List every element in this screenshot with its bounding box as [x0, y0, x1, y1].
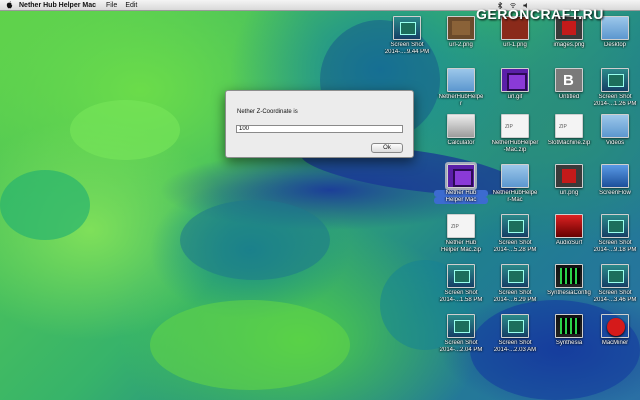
desktop-icon[interactable]: NetherHubHelper-Mac.zip — [488, 114, 542, 154]
coordinate-input[interactable] — [236, 125, 403, 133]
folder-icon — [601, 114, 629, 138]
desktop-icon-label: url-2.png — [449, 42, 473, 48]
desktop-icon-label: url-1.png — [503, 42, 527, 48]
screenshot-icon — [447, 264, 475, 288]
folder-icon — [501, 164, 529, 188]
desktop-icon-sublabel: r — [460, 101, 462, 107]
bitcoin-icon — [555, 68, 583, 92]
desktop-icon[interactable]: NetherHubHelpe r — [434, 68, 488, 108]
desktop-icon-label: Screen Shot — [498, 290, 532, 296]
desktop-icon-label: url.gif — [507, 94, 523, 100]
folder-icon — [601, 16, 629, 40]
apple-icon — [601, 314, 629, 338]
desktop-icon[interactable]: Nether HubHelper Mac.zip — [434, 214, 488, 254]
synthesia-icon — [555, 264, 583, 288]
desktop-icon[interactable]: Screen Shot 2014-...1.58 PM — [434, 264, 488, 304]
ok-button[interactable]: Ok — [371, 143, 403, 153]
block-icon — [447, 16, 475, 40]
screenshot-icon — [601, 264, 629, 288]
desktop-icon[interactable]: Screen Shot 2014-...2.03 AM — [488, 314, 542, 354]
desktop-icon[interactable]: Screen Shot 2014-...6.29 PM — [488, 264, 542, 304]
desktop-icon-sublabel: 2014-...1.26 PM — [593, 101, 637, 107]
desktop-icon-sublabel: 2014-...1.58 PM — [439, 297, 483, 303]
screenshot-icon — [601, 68, 629, 92]
apple-menu-icon[interactable] — [6, 1, 13, 9]
redstone-icon — [555, 164, 583, 188]
desktop-icon-label: Screen Shot — [444, 340, 478, 346]
watermark-text: GERONCRAFT.RU — [476, 6, 604, 22]
desktop-icon-label: Desktop — [603, 42, 626, 48]
input-dialog: Nether Z-Coordinate is Ok — [225, 90, 414, 158]
calculator-icon — [447, 114, 475, 138]
desktop-icon-label: Screen Shot — [598, 240, 632, 246]
dialog-prompt: Nether Z-Coordinate is — [237, 109, 298, 115]
desktop-icon-sublabel: 2014-...9.18 PM — [593, 247, 637, 253]
desktop-icon-label: Screen Shot — [390, 42, 424, 48]
desktop-icon[interactable]: MacMiner — [588, 314, 640, 347]
desktop-icon-label: Nether Hub — [434, 190, 488, 197]
desktop-icon[interactable]: Screen Shot 2014-...3.46 PM — [588, 264, 640, 304]
desktop-icon-label: Screen Shot — [598, 290, 632, 296]
portal-icon — [501, 68, 529, 92]
screenshot-icon — [601, 214, 629, 238]
desktop-icon-label: Calculator — [447, 140, 475, 146]
desktop-icon[interactable]: ScreenFlow — [588, 164, 640, 197]
wallpaper-blob — [0, 170, 90, 240]
screenshot-icon — [501, 314, 529, 338]
wallpaper-blob — [180, 200, 330, 280]
desktop-icon-sublabel: 2014-...2.04 PM — [439, 347, 483, 353]
desktop-icon-sublabel: -Mac.zip — [503, 147, 527, 153]
screenshot-icon — [393, 16, 421, 40]
desktop-icon[interactable]: Calculator — [434, 114, 488, 147]
desktop-icon[interactable]: Screen Shot 2014-...2.04 PM — [434, 314, 488, 354]
screenshot-icon — [501, 214, 529, 238]
desktop-icon-label: NetherHubHelpe — [492, 190, 538, 196]
desktop-icon-sublabel: 2014-...3.46 PM — [593, 297, 637, 303]
desktop-icon-sublabel: 2014-...6.29 PM — [493, 297, 537, 303]
desktop-icon[interactable]: NetherHubHelpe r-Mac — [488, 164, 542, 204]
menu-file[interactable]: File — [106, 2, 117, 9]
desktop-icon[interactable]: Screen Shot 2014-...1.26 PM — [588, 68, 640, 108]
desktop-icon-label: MacMiner — [601, 340, 629, 346]
desktop-icon[interactable]: Screen Shot 2014-...5.28 PM — [488, 214, 542, 254]
zip-icon — [555, 114, 583, 138]
menu-app-name[interactable]: Nether Hub Helper Mac — [19, 2, 96, 9]
desktop-icon[interactable]: url.gif — [488, 68, 542, 101]
portal-icon — [445, 162, 477, 190]
desktop-icon-label: Screen Shot — [498, 340, 532, 346]
zip-icon — [501, 114, 529, 138]
desktop-icon-label: NetherHubHelper — [491, 140, 539, 146]
screenflow-icon — [601, 164, 629, 188]
desktop-icon-label: Screen Shot — [498, 240, 532, 246]
desktop-icon[interactable]: Nether Hub Helper Mac — [434, 162, 488, 204]
screenshot-icon — [501, 264, 529, 288]
menu-edit[interactable]: Edit — [125, 2, 137, 9]
desktop-icon-label: Nether Hub — [445, 240, 477, 246]
desktop-icon-label: Screen Shot — [598, 94, 632, 100]
desktop-icon-label: Screen Shot — [444, 290, 478, 296]
desktop-icon[interactable]: Screen Shot 2014-...9.18 PM — [588, 214, 640, 254]
desktop-icon-sublabel: Helper Mac — [434, 197, 488, 204]
desktop-icon[interactable]: Screen Shot 2014-....9.44 PM — [380, 16, 434, 56]
desktop-icon-sublabel: r-Mac — [507, 197, 523, 203]
audiosurf-icon — [555, 214, 583, 238]
desktop-icon-sublabel: 2014-....9.44 PM — [384, 49, 430, 55]
desktop-icon-label: Videos — [605, 140, 625, 146]
wallpaper-blob — [70, 100, 180, 160]
folder-icon — [447, 68, 475, 92]
desktop-icon[interactable]: Videos — [588, 114, 640, 147]
screenshot-icon — [447, 314, 475, 338]
desktop-icon-sublabel: Helper Mac.zip — [440, 247, 481, 253]
desktop-icon-sublabel: 2014-...2.03 AM — [493, 347, 537, 353]
desktop-icon-label: NetherHubHelpe — [438, 94, 484, 100]
synthesia-icon — [555, 314, 583, 338]
desktop-icon-sublabel: 2014-...5.28 PM — [493, 247, 537, 253]
zip-icon — [447, 214, 475, 238]
desktop-icon-label: ScreenFlow — [599, 190, 631, 196]
wallpaper-blob — [150, 300, 350, 390]
